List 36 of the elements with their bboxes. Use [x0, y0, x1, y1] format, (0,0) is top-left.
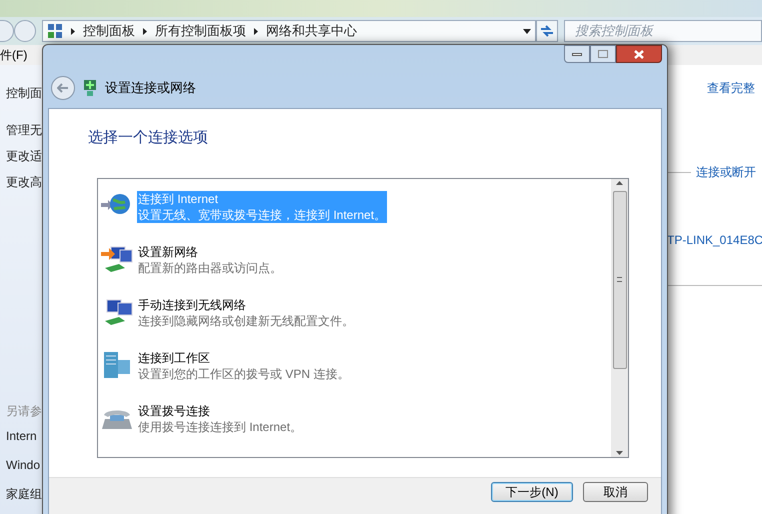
chevron-icon[interactable]: [254, 28, 258, 34]
dialog-title: 设置连接或网络: [105, 79, 196, 98]
network-computers-icon: [101, 244, 133, 274]
dropdown-icon[interactable]: [523, 28, 531, 34]
close-button[interactable]: [616, 45, 662, 63]
link[interactable]: 查看完整: [707, 79, 762, 97]
scroll-up-icon[interactable]: [616, 180, 623, 184]
refresh-button[interactable]: [536, 20, 558, 42]
server-icon: [101, 350, 133, 380]
section-heading: 另请参: [5, 403, 43, 420]
network-icon: [81, 79, 99, 97]
link[interactable]: 连接或断开: [696, 163, 756, 181]
breadcrumb-item[interactable]: 网络和共享中心: [266, 21, 357, 41]
scroll-down-icon[interactable]: [616, 450, 623, 454]
next-button[interactable]: 下一步(N): [491, 482, 573, 502]
connection-option[interactable]: 设置拨号连接 使用拨号连接连接到 Internet。: [137, 403, 304, 436]
refresh-icon: [540, 25, 554, 37]
control-panel-icon: [47, 23, 63, 39]
dialog-heading: 选择一个连接选项: [88, 128, 209, 148]
breadcrumb-item[interactable]: 控制面板: [83, 21, 135, 41]
close-icon: [634, 50, 644, 58]
connection-option[interactable]: 设置新网络 配置新的路由器或访问点。: [137, 244, 283, 276]
maximize-button[interactable]: [590, 45, 616, 63]
scrollbar[interactable]: [611, 178, 628, 456]
chevron-icon[interactable]: [143, 28, 147, 34]
scrollbar-thumb[interactable]: [612, 190, 626, 368]
connection-option[interactable]: 手动连接到无线网络 连接到隐藏网络或创建新无线配置文件。: [137, 296, 355, 329]
cancel-button[interactable]: 取消: [583, 482, 648, 502]
address-bar[interactable]: 控制面板 所有控制面板项 网络和共享中心: [42, 20, 536, 42]
menu-item[interactable]: 件(F): [0, 46, 28, 64]
pane-title: 控制面: [5, 85, 43, 102]
back-arrow-icon: [57, 83, 69, 93]
breadcrumb-item[interactable]: 所有控制面板项: [155, 21, 246, 41]
minimize-button[interactable]: [564, 45, 590, 63]
connection-option[interactable]: 连接到工作区 设置到您的工作区的拨号或 VPN 连接。: [137, 350, 350, 382]
chevron-icon[interactable]: [71, 28, 75, 34]
